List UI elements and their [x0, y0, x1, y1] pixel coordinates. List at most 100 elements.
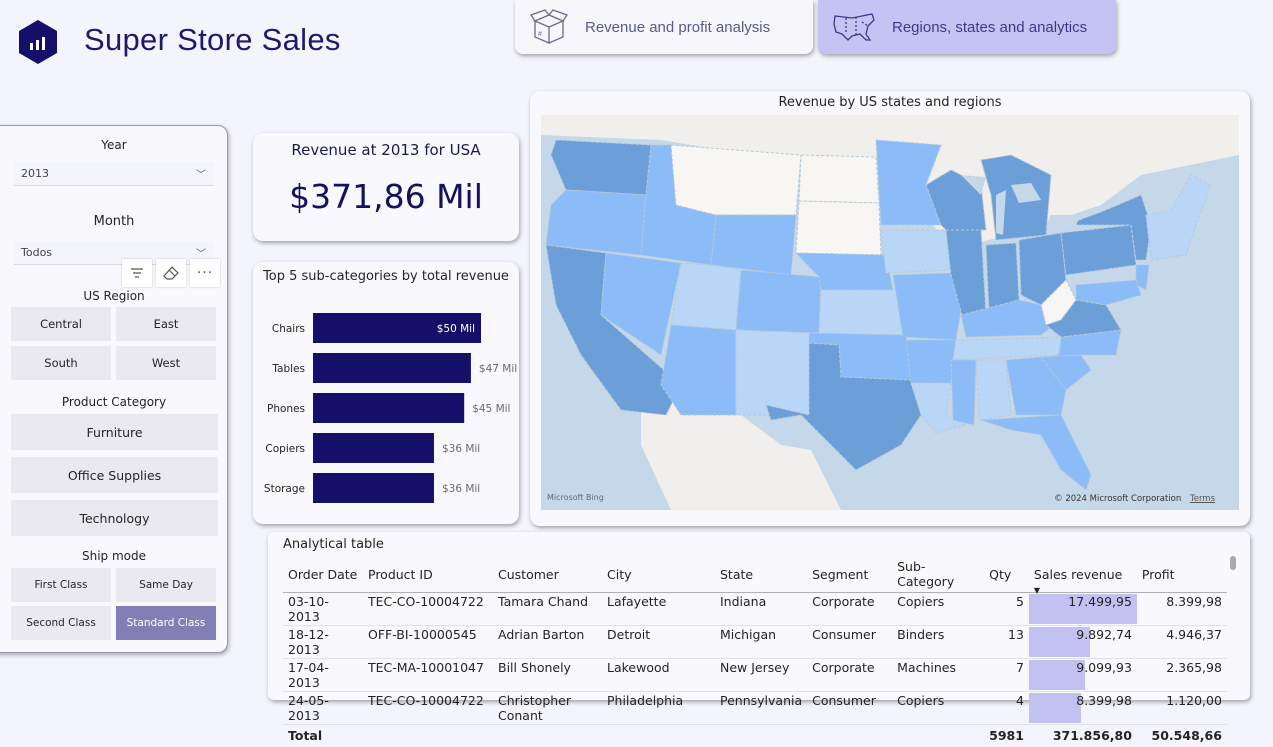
bar-storage[interactable]	[313, 473, 434, 503]
col-profit[interactable]: Profit	[1136, 556, 1227, 593]
cell-sales-value: 9.099,93	[1076, 660, 1132, 675]
map-terms-link[interactable]: Terms	[1190, 494, 1215, 504]
region-tile-south[interactable]: South	[11, 346, 111, 380]
filter-button[interactable]	[122, 259, 152, 287]
total-sales: 371.856,80	[1028, 724, 1137, 747]
cell-state: Michigan	[715, 625, 808, 659]
bar-category-label: Phones	[267, 403, 305, 415]
cell-sub: Copiers	[892, 592, 985, 626]
col-sales-revenue-label: Sales revenue	[1033, 566, 1123, 582]
bar-chart: Chairs $50 Mil Tables $47 Mil Phones $45 Mil C…	[264, 313, 517, 503]
table-scrollbar[interactable]	[1230, 556, 1236, 570]
more-options-button[interactable]: ···	[190, 259, 220, 287]
cell-profit: 1.120,00	[1136, 691, 1227, 725]
bar-category-label: Storage	[264, 483, 305, 495]
cell-qty: 13	[984, 625, 1029, 659]
region-tile-west[interactable]: West	[116, 346, 216, 380]
bar-category-label: Copiers	[265, 443, 305, 455]
month-value: Todos	[21, 246, 53, 259]
cell-sales-value: 8.399,98	[1076, 693, 1132, 708]
ship-tile-same-day[interactable]: Same Day	[116, 568, 216, 602]
cell-sales-value: 9.892,74	[1076, 627, 1132, 642]
table-title: Analytical table	[283, 537, 384, 552]
category-tile-office-supplies[interactable]: Office Supplies	[11, 457, 218, 493]
app-logo	[18, 20, 58, 64]
cell-state: Pennsylvania	[715, 691, 808, 725]
bar-category-label: Tables	[271, 363, 305, 375]
bar-data-label: $36 Mil	[442, 443, 480, 455]
ship-tile-first-class[interactable]: First Class	[11, 568, 111, 602]
bar-tables[interactable]	[313, 353, 471, 383]
kpi-card: Revenue at 2013 for USA $371,86 Mil	[253, 133, 519, 241]
col-order-date[interactable]: Order Date	[283, 556, 363, 593]
cell-sub: Copiers	[892, 691, 985, 725]
bing-attribution: Microsoft Bing	[547, 493, 604, 502]
state-montana	[670, 144, 802, 216]
bar-copiers[interactable]	[313, 433, 434, 463]
state-indiana	[985, 242, 1020, 311]
state-south-dakota	[795, 200, 882, 256]
state-missouri	[892, 272, 962, 341]
total-label: Total	[283, 724, 985, 747]
bar-data-label: $50 Mil	[437, 323, 475, 335]
cell-qty: 7	[984, 658, 1029, 692]
cell-sub: Machines	[892, 658, 985, 692]
bar-chart-card: Top 5 sub-categories by total revenue Ch…	[253, 262, 519, 524]
analytical-table: Order Date Product ID Customer City Stat…	[283, 556, 1227, 747]
bar-phones[interactable]	[313, 393, 465, 423]
clear-selections-button[interactable]	[156, 259, 186, 287]
table-row[interactable]: 03-10-2013 TEC-CO-10004722 Tamara Chand Laf…	[283, 592, 1227, 626]
year-dropdown[interactable]: 2013 ﹀	[14, 162, 214, 186]
cell-sales: 17.499,95	[1028, 592, 1137, 626]
table-header-row: Order Date Product ID Customer City Stat…	[283, 556, 1227, 595]
chevron-down-icon: ﹀	[196, 249, 206, 260]
table-row[interactable]: 17-04-2013 TEC-MA-10001047 Bill Shonely Lak…	[283, 658, 1227, 692]
category-slicer-label: Product Category	[61, 395, 167, 409]
state-new-england	[1145, 174, 1212, 261]
bar-data-label: $45 Mil	[472, 403, 510, 415]
region-tile-east[interactable]: East	[116, 307, 216, 341]
category-tile-technology[interactable]: Technology	[11, 500, 218, 536]
col-qty[interactable]: Qty	[984, 556, 1029, 593]
eraser-icon	[163, 266, 179, 280]
chevron-down-icon: ﹀	[196, 170, 206, 181]
col-product-id[interactable]: Product ID	[363, 556, 493, 593]
analytical-table-card: Analytical table Order Date Product ID C…	[268, 532, 1250, 747]
ship-tile-standard-class[interactable]: Standard Class	[116, 606, 216, 640]
ship-slicer-label: Ship mode	[81, 549, 147, 563]
col-segment[interactable]: Segment	[807, 556, 893, 593]
col-city[interactable]: City	[602, 556, 715, 593]
table-row[interactable]: 24-05-2013 TEC-CO-10004722 Christopher Con…	[283, 691, 1227, 725]
cell-sales: 9.892,74	[1028, 625, 1137, 659]
state-new-mexico	[735, 329, 812, 416]
bar-chart-title: Top 5 sub-categories by total revenue	[263, 269, 509, 284]
ship-tile-second-class[interactable]: Second Class	[11, 606, 111, 640]
region-slicer-label: US Region	[83, 289, 145, 303]
state-utah	[670, 262, 742, 331]
nav-revenue-profit-button[interactable]: # Revenue and profit analysis	[515, 0, 813, 54]
nav-regions-button[interactable]: Regions, states and analytics	[818, 0, 1116, 54]
col-state[interactable]: State	[715, 556, 808, 593]
col-customer[interactable]: Customer	[493, 556, 602, 593]
cell-customer: Bill Shonely	[493, 658, 602, 692]
year-slicer-label: Year	[101, 138, 127, 152]
us-map-icon	[833, 13, 875, 41]
table-row[interactable]: 18-12-2013 OFF-BI-10000545 Adrian Barton De…	[283, 625, 1227, 659]
nav-revenue-label: Revenue and profit analysis	[585, 18, 771, 36]
us-map[interactable]: Microsoft Bing © 2024 Microsoft Corporat…	[541, 115, 1239, 510]
region-tile-central[interactable]: Central	[11, 307, 111, 341]
nav-regions-label: Regions, states and analytics	[892, 18, 1088, 36]
cell-profit: 2.365,98	[1136, 658, 1227, 692]
category-tile-furniture[interactable]: Furniture	[11, 414, 218, 450]
cell-city: Philadelphia	[602, 691, 715, 725]
svg-text:#: #	[538, 31, 542, 38]
state-florida	[980, 414, 1092, 491]
cell-pid: OFF-BI-10000545	[363, 625, 493, 659]
state-wyoming	[710, 214, 797, 276]
cell-date: 24-05-2013	[283, 691, 363, 725]
col-sub-category[interactable]: Sub-Category	[892, 556, 985, 593]
col-sales-revenue[interactable]: Sales revenue ▼	[1028, 556, 1137, 595]
cell-sales: 9.099,93	[1028, 658, 1137, 692]
map-card: Revenue by US states and regions Microso…	[530, 91, 1250, 526]
box-icon: #	[529, 9, 569, 44]
